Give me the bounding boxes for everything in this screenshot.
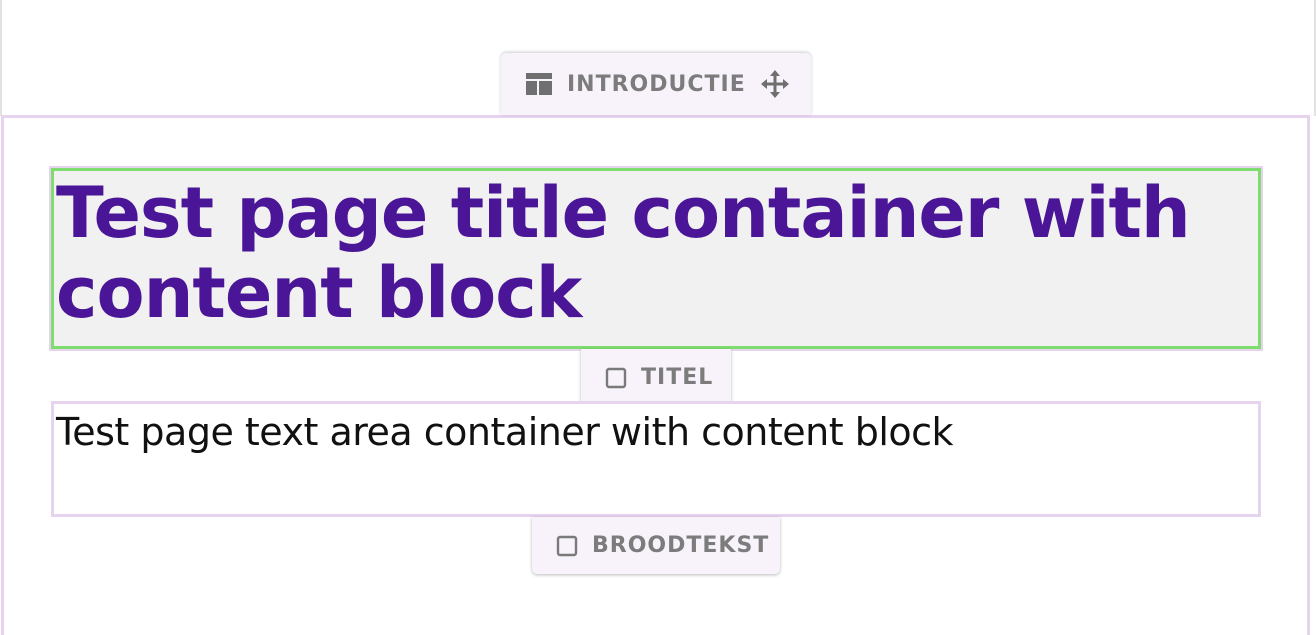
checkbox-icon[interactable]	[605, 367, 627, 389]
body-text[interactable]: Test page text area container with conte…	[56, 410, 1258, 454]
section-tab-label: INTRODUCTIE	[567, 71, 746, 97]
section-tab[interactable]: INTRODUCTIE	[501, 53, 811, 115]
move-icon[interactable]	[760, 69, 790, 99]
layout-icon	[525, 72, 553, 96]
page-left-rule	[0, 0, 2, 116]
title-block[interactable]: Test page title container with content b…	[49, 166, 1263, 351]
title-block-tab-label: TITEL	[641, 365, 714, 390]
body-text-block-tab-label: BROODTEKST	[592, 533, 770, 558]
checkbox-icon[interactable]	[556, 535, 578, 557]
page-title-text[interactable]: Test page title container with content b…	[56, 171, 1258, 333]
body-text-block[interactable]: Test page text area container with conte…	[51, 401, 1261, 517]
body-text-block-tab[interactable]: BROODTEKST	[532, 517, 780, 574]
title-block-tab[interactable]: TITEL	[581, 349, 731, 406]
